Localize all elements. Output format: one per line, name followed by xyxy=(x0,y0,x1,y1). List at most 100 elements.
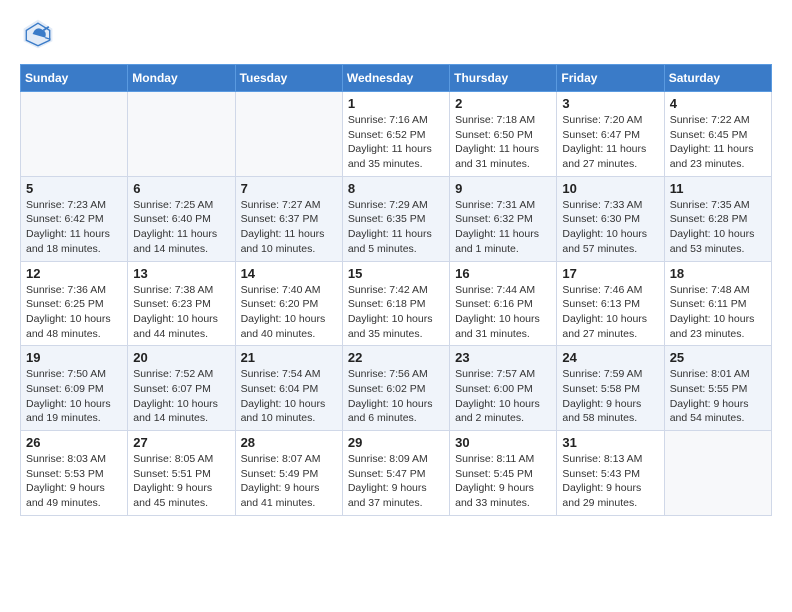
day-number: 3 xyxy=(562,96,658,111)
day-info: Sunrise: 8:09 AM Sunset: 5:47 PM Dayligh… xyxy=(348,452,444,511)
day-info: Sunrise: 7:50 AM Sunset: 6:09 PM Dayligh… xyxy=(26,367,122,426)
day-number: 5 xyxy=(26,181,122,196)
header xyxy=(20,16,772,52)
calendar-cell: 29 Sunrise: 8:09 AM Sunset: 5:47 PM Dayli… xyxy=(342,431,449,516)
calendar-cell xyxy=(21,92,128,177)
weekday-header-monday: Monday xyxy=(128,65,235,92)
day-info: Sunrise: 8:03 AM Sunset: 5:53 PM Dayligh… xyxy=(26,452,122,511)
calendar-cell: 7 Sunrise: 7:27 AM Sunset: 6:37 PM Daylig… xyxy=(235,176,342,261)
day-number: 17 xyxy=(562,266,658,281)
day-info: Sunrise: 7:31 AM Sunset: 6:32 PM Dayligh… xyxy=(455,198,551,257)
day-number: 18 xyxy=(670,266,766,281)
calendar-cell: 6 Sunrise: 7:25 AM Sunset: 6:40 PM Daylig… xyxy=(128,176,235,261)
calendar-cell: 10 Sunrise: 7:33 AM Sunset: 6:30 PM Dayli… xyxy=(557,176,664,261)
calendar-cell: 4Sunrise: 7:22 AM Sunset: 6:45 PM Daylig… xyxy=(664,92,771,177)
week-row-2: 5 Sunrise: 7:23 AM Sunset: 6:42 PM Daylig… xyxy=(21,176,772,261)
day-info: Sunrise: 7:52 AM Sunset: 6:07 PM Dayligh… xyxy=(133,367,229,426)
day-info: Sunrise: 7:35 AM Sunset: 6:28 PM Dayligh… xyxy=(670,198,766,257)
calendar-cell: 8Sunrise: 7:29 AM Sunset: 6:35 PM Daylig… xyxy=(342,176,449,261)
week-row-1: 1 Sunrise: 7:16 AM Sunset: 6:52 PM Daylig… xyxy=(21,92,772,177)
day-info: Sunrise: 8:11 AM Sunset: 5:45 PM Dayligh… xyxy=(455,452,551,511)
calendar-cell: 30 Sunrise: 8:11 AM Sunset: 5:45 PM Dayli… xyxy=(450,431,557,516)
page: SundayMondayTuesdayWednesdayThursdayFrid… xyxy=(0,0,792,612)
calendar-cell: 17 Sunrise: 7:46 AM Sunset: 6:13 PM Dayli… xyxy=(557,261,664,346)
day-number: 24 xyxy=(562,350,658,365)
weekday-header-sunday: Sunday xyxy=(21,65,128,92)
day-info: Sunrise: 8:07 AM Sunset: 5:49 PM Dayligh… xyxy=(241,452,337,511)
day-info: Sunrise: 7:25 AM Sunset: 6:40 PM Dayligh… xyxy=(133,198,229,257)
day-number: 14 xyxy=(241,266,337,281)
calendar-cell xyxy=(664,431,771,516)
calendar-cell: 22 Sunrise: 7:56 AM Sunset: 6:02 PM Dayli… xyxy=(342,346,449,431)
calendar-cell: 11 Sunrise: 7:35 AM Sunset: 6:28 PM Dayli… xyxy=(664,176,771,261)
day-number: 15 xyxy=(348,266,444,281)
day-info: Sunrise: 8:05 AM Sunset: 5:51 PM Dayligh… xyxy=(133,452,229,511)
day-info: Sunrise: 7:57 AM Sunset: 6:00 PM Dayligh… xyxy=(455,367,551,426)
calendar-cell: 24 Sunrise: 7:59 AM Sunset: 5:58 PM Dayli… xyxy=(557,346,664,431)
calendar-cell: 18Sunrise: 7:48 AM Sunset: 6:11 PM Dayli… xyxy=(664,261,771,346)
day-info: Sunrise: 7:20 AM Sunset: 6:47 PM Dayligh… xyxy=(562,113,658,172)
day-info: Sunrise: 7:40 AM Sunset: 6:20 PM Dayligh… xyxy=(241,283,337,342)
logo xyxy=(20,16,60,52)
day-number: 19 xyxy=(26,350,122,365)
day-number: 1 xyxy=(348,96,444,111)
day-number: 8 xyxy=(348,181,444,196)
weekday-header-friday: Friday xyxy=(557,65,664,92)
day-info: Sunrise: 7:27 AM Sunset: 6:37 PM Dayligh… xyxy=(241,198,337,257)
calendar-cell: 12 Sunrise: 7:36 AM Sunset: 6:25 PM Dayli… xyxy=(21,261,128,346)
day-number: 22 xyxy=(348,350,444,365)
day-info: Sunrise: 7:46 AM Sunset: 6:13 PM Dayligh… xyxy=(562,283,658,342)
calendar-cell: 16 Sunrise: 7:44 AM Sunset: 6:16 PM Dayli… xyxy=(450,261,557,346)
calendar-cell: 15 Sunrise: 7:42 AM Sunset: 6:18 PM Dayli… xyxy=(342,261,449,346)
calendar-cell: 9 Sunrise: 7:31 AM Sunset: 6:32 PM Daylig… xyxy=(450,176,557,261)
day-number: 7 xyxy=(241,181,337,196)
calendar-cell: 20 Sunrise: 7:52 AM Sunset: 6:07 PM Dayli… xyxy=(128,346,235,431)
calendar-table: SundayMondayTuesdayWednesdayThursdayFrid… xyxy=(20,64,772,516)
day-number: 30 xyxy=(455,435,551,450)
calendar-cell: 14 Sunrise: 7:40 AM Sunset: 6:20 PM Dayli… xyxy=(235,261,342,346)
weekday-header-thursday: Thursday xyxy=(450,65,557,92)
calendar-cell: 19 Sunrise: 7:50 AM Sunset: 6:09 PM Dayli… xyxy=(21,346,128,431)
day-info: Sunrise: 8:13 AM Sunset: 5:43 PM Dayligh… xyxy=(562,452,658,511)
calendar-cell: 3 Sunrise: 7:20 AM Sunset: 6:47 PM Daylig… xyxy=(557,92,664,177)
calendar-cell: 31Sunrise: 8:13 AM Sunset: 5:43 PM Dayli… xyxy=(557,431,664,516)
day-number: 23 xyxy=(455,350,551,365)
day-number: 20 xyxy=(133,350,229,365)
day-number: 11 xyxy=(670,181,766,196)
day-number: 25 xyxy=(670,350,766,365)
day-info: Sunrise: 7:44 AM Sunset: 6:16 PM Dayligh… xyxy=(455,283,551,342)
week-row-3: 12 Sunrise: 7:36 AM Sunset: 6:25 PM Dayli… xyxy=(21,261,772,346)
day-info: Sunrise: 7:22 AM Sunset: 6:45 PM Dayligh… xyxy=(670,113,766,172)
day-info: Sunrise: 7:42 AM Sunset: 6:18 PM Dayligh… xyxy=(348,283,444,342)
day-number: 6 xyxy=(133,181,229,196)
day-number: 16 xyxy=(455,266,551,281)
day-number: 9 xyxy=(455,181,551,196)
calendar-cell: 26 Sunrise: 8:03 AM Sunset: 5:53 PM Dayli… xyxy=(21,431,128,516)
day-number: 2 xyxy=(455,96,551,111)
day-info: Sunrise: 7:33 AM Sunset: 6:30 PM Dayligh… xyxy=(562,198,658,257)
day-info: Sunrise: 7:16 AM Sunset: 6:52 PM Dayligh… xyxy=(348,113,444,172)
weekday-header-wednesday: Wednesday xyxy=(342,65,449,92)
day-info: Sunrise: 7:59 AM Sunset: 5:58 PM Dayligh… xyxy=(562,367,658,426)
day-number: 28 xyxy=(241,435,337,450)
weekday-header-tuesday: Tuesday xyxy=(235,65,342,92)
weekday-header-row: SundayMondayTuesdayWednesdayThursdayFrid… xyxy=(21,65,772,92)
day-info: Sunrise: 7:38 AM Sunset: 6:23 PM Dayligh… xyxy=(133,283,229,342)
day-number: 26 xyxy=(26,435,122,450)
day-number: 13 xyxy=(133,266,229,281)
day-info: Sunrise: 7:56 AM Sunset: 6:02 PM Dayligh… xyxy=(348,367,444,426)
day-number: 12 xyxy=(26,266,122,281)
day-info: Sunrise: 7:18 AM Sunset: 6:50 PM Dayligh… xyxy=(455,113,551,172)
calendar-cell: 25Sunrise: 8:01 AM Sunset: 5:55 PM Dayli… xyxy=(664,346,771,431)
calendar-cell: 2 Sunrise: 7:18 AM Sunset: 6:50 PM Daylig… xyxy=(450,92,557,177)
calendar-cell: 27 Sunrise: 8:05 AM Sunset: 5:51 PM Dayli… xyxy=(128,431,235,516)
calendar-cell: 21 Sunrise: 7:54 AM Sunset: 6:04 PM Dayli… xyxy=(235,346,342,431)
day-number: 21 xyxy=(241,350,337,365)
day-info: Sunrise: 7:36 AM Sunset: 6:25 PM Dayligh… xyxy=(26,283,122,342)
day-info: Sunrise: 7:23 AM Sunset: 6:42 PM Dayligh… xyxy=(26,198,122,257)
day-number: 29 xyxy=(348,435,444,450)
logo-icon xyxy=(20,16,56,52)
day-number: 27 xyxy=(133,435,229,450)
day-number: 10 xyxy=(562,181,658,196)
day-info: Sunrise: 7:54 AM Sunset: 6:04 PM Dayligh… xyxy=(241,367,337,426)
